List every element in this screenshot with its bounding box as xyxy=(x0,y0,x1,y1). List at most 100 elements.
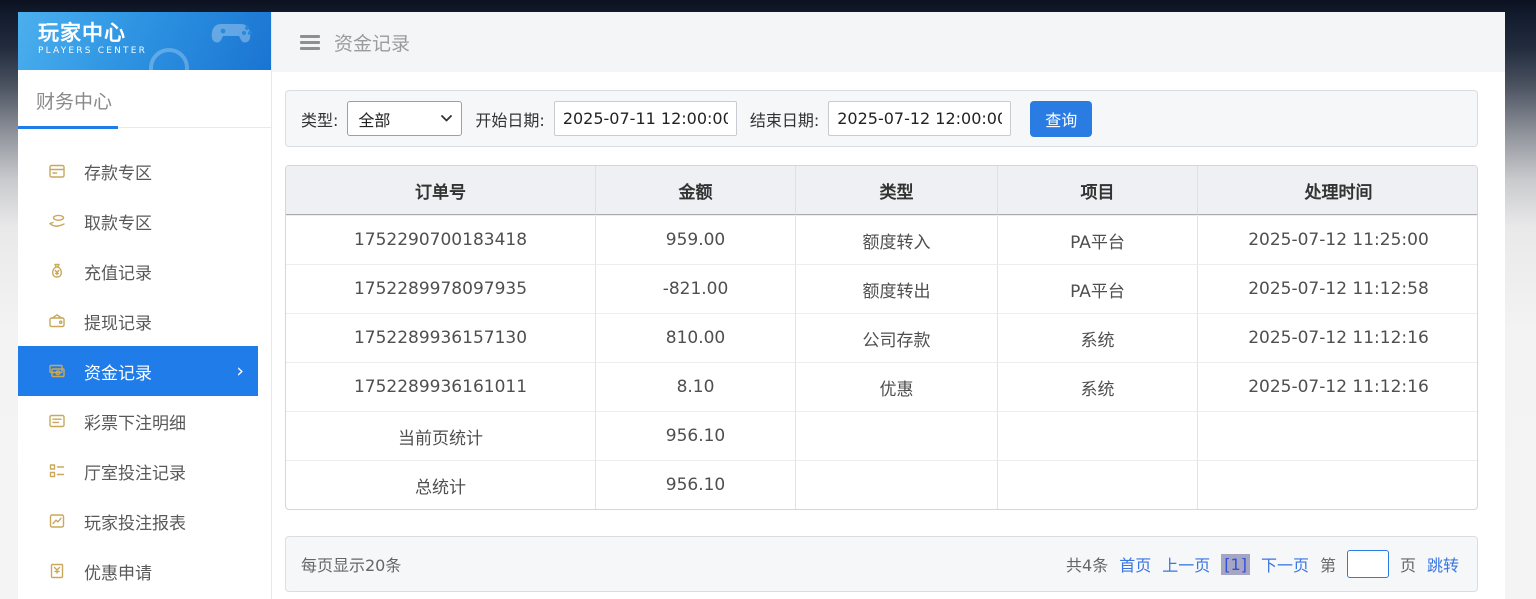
sidebar-section-title-text: 财务中心 xyxy=(36,91,112,113)
sidebar-menu-item-label: 资金记录 xyxy=(84,359,152,384)
cell-project: PA平台 xyxy=(998,264,1198,313)
promo-apply-icon xyxy=(48,562,66,580)
type-select[interactable]: 全部 xyxy=(347,101,462,136)
cell-time: 2025-07-12 11:25:00 xyxy=(1198,215,1478,264)
hall-bet-icon xyxy=(48,462,66,480)
end-date-input[interactable] xyxy=(828,101,1011,136)
sidebar-menu-item[interactable]: 厅室投注记录 xyxy=(18,446,271,496)
funds-icon xyxy=(48,362,66,380)
table-row: 1752289978097935 -821.00 额度转出 PA平台 2025-… xyxy=(286,264,1478,313)
table-row: 当前页统计 956.10 xyxy=(286,411,1478,460)
jump-page-input[interactable] xyxy=(1347,550,1389,578)
recharge-icon xyxy=(48,262,66,280)
cell-type: 公司存款 xyxy=(796,313,998,362)
type-filter-label: 类型: xyxy=(301,107,338,131)
jump-suffix-text: 页 xyxy=(1400,552,1416,576)
table-header-cell: 处理时间 xyxy=(1198,166,1478,215)
breadcrumb: 资金记录 xyxy=(272,12,1505,72)
sidebar-menu-item-label: 存款专区 xyxy=(84,159,152,184)
prev-page-link[interactable]: 上一页 xyxy=(1162,552,1210,576)
sidebar-menu-item[interactable]: 取款专区 xyxy=(18,196,271,246)
total-count-text: 共4条 xyxy=(1066,552,1108,576)
filter-bar: 类型: 全部 开始日期: 结束日期: 查询 xyxy=(285,90,1478,147)
start-date-input[interactable] xyxy=(554,101,737,136)
current-page-indicator[interactable]: [1] xyxy=(1221,554,1250,575)
sidebar-menu-item-label: 玩家投注报表 xyxy=(84,509,186,534)
sidebar-menu-item-label: 厅室投注记录 xyxy=(84,459,186,484)
cell-time xyxy=(1198,460,1478,509)
cell-time: 2025-07-12 11:12:16 xyxy=(1198,313,1478,362)
cell-order-no: 1752289936157130 xyxy=(286,313,596,362)
gamepad-icon xyxy=(209,16,261,60)
cell-amount: 956.10 xyxy=(596,460,796,509)
sidebar-menu-item[interactable]: 提现记录 xyxy=(18,296,271,346)
table-header-cell: 订单号 xyxy=(286,166,596,215)
chevron-down-icon xyxy=(441,115,452,122)
cell-amount: 959.00 xyxy=(596,215,796,264)
cell-amount: 956.10 xyxy=(596,411,796,460)
sidebar-menu-item-label: 充值记录 xyxy=(84,259,152,284)
cell-amount: 810.00 xyxy=(596,313,796,362)
cell-order-no: 总统计 xyxy=(286,460,596,509)
cell-order-no: 1752289978097935 xyxy=(286,264,596,313)
sidebar-menu: 存款专区 取款专区 充值记录 提现记录 资金记录 › 彩票下注明细 xyxy=(18,146,271,596)
end-date-label: 结束日期: xyxy=(750,107,819,131)
cell-type: 额度转入 xyxy=(796,215,998,264)
pager: 共4条 首页 上一页 [1] 下一页 第 页 跳转 xyxy=(1066,550,1459,578)
app-logo[interactable]: 玩家中心 PLAYERS CENTER xyxy=(18,12,271,70)
type-select-value: 全部 xyxy=(358,107,390,131)
table-row: 1752289936161011 8.10 优惠 系统 2025-07-12 1… xyxy=(286,362,1478,411)
cell-type: 优惠 xyxy=(796,362,998,411)
cell-time: 2025-07-12 11:12:58 xyxy=(1198,264,1478,313)
cell-order-no: 1752289936161011 xyxy=(286,362,596,411)
cell-time xyxy=(1198,411,1478,460)
next-page-link[interactable]: 下一页 xyxy=(1261,552,1309,576)
table-row: 1752290700183418 959.00 额度转入 PA平台 2025-0… xyxy=(286,215,1478,264)
section-title-underline xyxy=(18,126,118,129)
table-header-cell: 类型 xyxy=(796,166,998,215)
start-date-label: 开始日期: xyxy=(475,107,544,131)
jump-link[interactable]: 跳转 xyxy=(1427,552,1459,576)
sidebar-menu-item-label: 取款专区 xyxy=(84,209,152,234)
cashout-icon xyxy=(48,312,66,330)
cell-order-no: 当前页统计 xyxy=(286,411,596,460)
funds-table: 订单号金额类型项目处理时间 1752290700183418 959.00 额度… xyxy=(285,165,1478,510)
pagination-bar: 每页显示20条 共4条 首页 上一页 [1] 下一页 第 页 跳转 xyxy=(285,536,1478,592)
bet-report-icon xyxy=(48,512,66,530)
cell-amount: 8.10 xyxy=(596,362,796,411)
cell-project xyxy=(998,411,1198,460)
search-button[interactable]: 查询 xyxy=(1030,101,1092,137)
cell-amount: -821.00 xyxy=(596,264,796,313)
sidebar-menu-item[interactable]: 玩家投注报表 xyxy=(18,496,271,546)
cell-order-no: 1752290700183418 xyxy=(286,215,596,264)
sidebar-menu-item[interactable]: 存款专区 xyxy=(18,146,271,196)
sidebar-menu-item[interactable]: 彩票下注明细 xyxy=(18,396,271,446)
first-page-link[interactable]: 首页 xyxy=(1119,552,1151,576)
cell-time: 2025-07-12 11:12:16 xyxy=(1198,362,1478,411)
hamburger-menu-icon[interactable] xyxy=(300,35,320,50)
deposit-icon xyxy=(48,162,66,180)
cell-type xyxy=(796,411,998,460)
cell-project: 系统 xyxy=(998,362,1198,411)
sidebar-menu-item[interactable]: 资金记录 › xyxy=(18,346,258,396)
sidebar-menu-item[interactable]: 优惠申请 xyxy=(18,546,271,596)
sidebar: 玩家中心 PLAYERS CENTER 财务中心 存款专区 取款专区 xyxy=(18,12,272,599)
sidebar-menu-item-label: 提现记录 xyxy=(84,309,152,334)
sidebar-menu-item[interactable]: 充值记录 xyxy=(18,246,271,296)
table-row: 总统计 956.10 xyxy=(286,460,1478,509)
table-header-cell: 金额 xyxy=(596,166,796,215)
lottery-detail-icon xyxy=(48,412,66,430)
table-header-cell: 项目 xyxy=(998,166,1198,215)
chevron-right-icon: › xyxy=(236,362,244,381)
cell-type: 额度转出 xyxy=(796,264,998,313)
cell-project xyxy=(998,460,1198,509)
withdraw-icon xyxy=(48,212,66,230)
cell-project: 系统 xyxy=(998,313,1198,362)
sidebar-section-title: 财务中心 xyxy=(18,70,271,128)
jump-prefix-text: 第 xyxy=(1320,552,1336,576)
cell-type xyxy=(796,460,998,509)
page-size-text: 每页显示20条 xyxy=(301,552,401,576)
cell-project: PA平台 xyxy=(998,215,1198,264)
table-header-row: 订单号金额类型项目处理时间 xyxy=(286,166,1478,215)
sidebar-menu-item-label: 彩票下注明细 xyxy=(84,409,186,434)
